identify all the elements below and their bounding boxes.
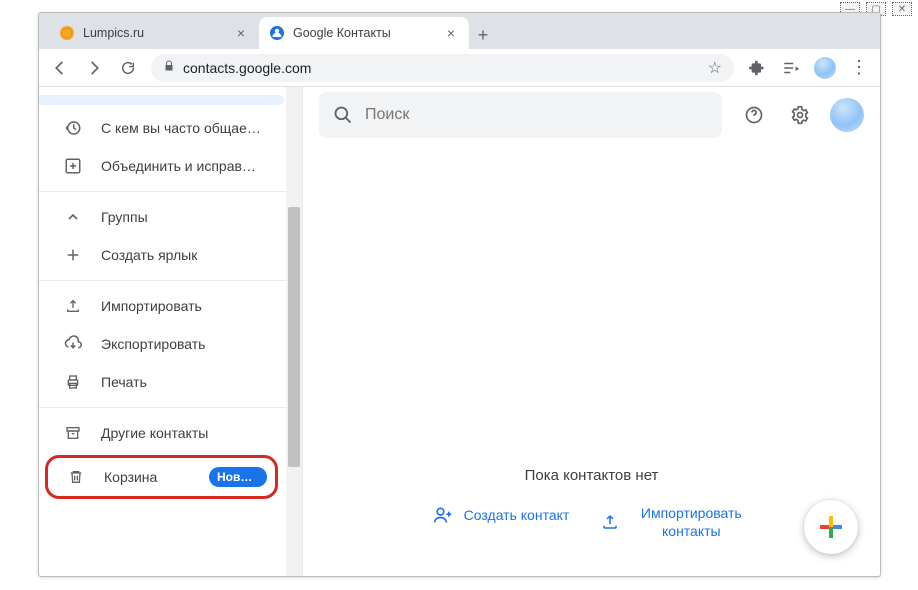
- sidebar-item-label: Экспортировать: [101, 336, 276, 352]
- empty-state: Пока контактов нет Создать контакт Импор…: [303, 143, 880, 576]
- trash-icon: [66, 467, 86, 487]
- window-close-button[interactable]: ✕: [892, 2, 912, 16]
- settings-button[interactable]: [780, 95, 820, 135]
- google-plus-icon: [820, 516, 842, 538]
- callout-highlight: Корзина Нови…: [45, 455, 278, 499]
- action-label: Импортировать контакты: [631, 504, 751, 540]
- search-box[interactable]: [319, 92, 722, 138]
- sidebar-scrollbar[interactable]: [286, 87, 302, 576]
- cloud-download-icon: [63, 334, 83, 354]
- sidebar-item-label: Создать ярлык: [101, 247, 276, 263]
- app-body: С кем вы часто общае… Объединить и испра…: [39, 87, 880, 576]
- browser-toolbar: contacts.google.com ☆ ⋮: [39, 49, 880, 87]
- archive-icon: [63, 423, 83, 443]
- import-contacts-button[interactable]: Импортировать контакты: [599, 504, 751, 540]
- history-icon: [63, 118, 83, 138]
- sidebar-item-label: С кем вы часто общае…: [101, 120, 276, 136]
- sidebar-item-label: Импортировать: [101, 298, 276, 314]
- tab-lumpics[interactable]: Lumpics.ru ×: [49, 17, 259, 49]
- header-actions: [734, 95, 864, 135]
- media-control-button[interactable]: [776, 53, 806, 83]
- address-bar[interactable]: contacts.google.com ☆: [151, 54, 734, 82]
- tab-title: Lumpics.ru: [83, 26, 225, 40]
- reload-button[interactable]: [113, 53, 143, 83]
- lock-icon: [163, 60, 175, 75]
- chevron-up-icon: [63, 207, 83, 227]
- sidebar-item-label: Группы: [101, 209, 276, 225]
- plus-icon: [63, 245, 83, 265]
- sidebar-item-label: Другие контакты: [101, 425, 276, 441]
- browser-menu-button[interactable]: ⋮: [844, 53, 874, 83]
- browser-window: Lumpics.ru × Google Контакты × + contact…: [38, 12, 881, 577]
- create-contact-fab[interactable]: [804, 500, 858, 554]
- tab-strip: Lumpics.ru × Google Контакты × +: [39, 13, 880, 49]
- new-badge: Нови…: [209, 467, 267, 487]
- sidebar-divider: [39, 407, 286, 408]
- sidebar: С кем вы часто общае… Объединить и испра…: [39, 87, 303, 576]
- merge-fix-icon: [63, 156, 83, 176]
- sidebar-item-merge-fix[interactable]: Объединить и исправ…: [39, 147, 284, 185]
- extensions-button[interactable]: [742, 53, 772, 83]
- empty-actions: Создать контакт Импортировать контакты: [432, 504, 752, 540]
- upload-icon: [63, 296, 83, 316]
- add-person-icon: [432, 504, 454, 526]
- create-contact-button[interactable]: Создать контакт: [432, 504, 570, 526]
- close-icon[interactable]: ×: [233, 25, 249, 41]
- sidebar-item-trash[interactable]: Корзина Нови…: [48, 458, 275, 496]
- new-tab-button[interactable]: +: [469, 21, 497, 49]
- sidebar-item-import[interactable]: Импортировать: [39, 287, 284, 325]
- empty-title: Пока контактов нет: [525, 467, 659, 484]
- help-button[interactable]: [734, 95, 774, 135]
- search-icon: [333, 105, 353, 125]
- upload-icon: [599, 511, 621, 533]
- profile-avatar-icon[interactable]: [814, 57, 836, 79]
- tab-title: Google Контакты: [293, 26, 435, 40]
- google-contacts-favicon-icon: [269, 25, 285, 41]
- print-icon: [63, 372, 83, 392]
- sidebar-item-other-contacts[interactable]: Другие контакты: [39, 414, 284, 452]
- sidebar-item-label: Печать: [101, 374, 276, 390]
- sidebar-divider: [39, 191, 286, 192]
- sidebar-item-export[interactable]: Экспортировать: [39, 325, 284, 363]
- search-input[interactable]: [365, 106, 708, 124]
- forward-button[interactable]: [79, 53, 109, 83]
- tab-google-contacts[interactable]: Google Контакты ×: [259, 17, 469, 49]
- main-area: Пока контактов нет Создать контакт Импор…: [303, 87, 880, 576]
- back-button[interactable]: [45, 53, 75, 83]
- sidebar-item-create-label[interactable]: Создать ярлык: [39, 236, 284, 274]
- sidebar-item-label: Корзина: [104, 469, 191, 485]
- url-text: contacts.google.com: [183, 60, 311, 76]
- bookmark-star-icon[interactable]: ☆: [708, 58, 722, 78]
- action-label: Создать контакт: [464, 506, 570, 524]
- sidebar-item-label: Объединить и исправ…: [101, 158, 276, 174]
- sidebar-item-contacts-selected[interactable]: [39, 95, 284, 105]
- account-avatar-icon[interactable]: [830, 98, 864, 132]
- sidebar-groups-header[interactable]: Группы: [39, 198, 284, 236]
- sidebar-divider: [39, 280, 286, 281]
- sidebar-item-frequent[interactable]: С кем вы часто общае…: [39, 109, 284, 147]
- scrollbar-thumb[interactable]: [288, 207, 300, 467]
- orange-favicon-icon: [59, 25, 75, 41]
- close-icon[interactable]: ×: [443, 25, 459, 41]
- sidebar-item-print[interactable]: Печать: [39, 363, 284, 401]
- main-header: [303, 87, 880, 143]
